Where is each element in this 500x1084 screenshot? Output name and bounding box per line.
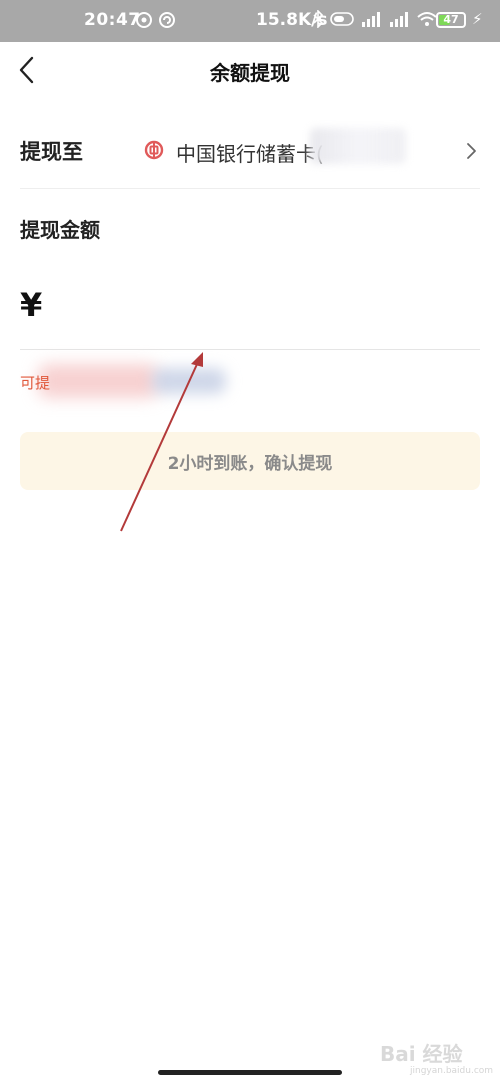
withdraw-all-link[interactable] <box>152 368 226 394</box>
status-bar: 20:47 15.8K/s 47 ⚡ <box>0 0 500 42</box>
amount-label: 提现金额 <box>20 218 100 242</box>
withdraw-to-label: 提现至 <box>20 140 83 164</box>
currency-symbol: ¥ <box>20 286 43 324</box>
toggle-icon <box>330 12 354 26</box>
watermark-url: jingyan.baidu.com <box>410 1066 494 1076</box>
amount-input[interactable] <box>58 282 482 330</box>
page-title: 余额提现 <box>210 61 290 85</box>
battery-icon: 47 <box>436 12 466 28</box>
wifi-icon <box>417 12 437 26</box>
redacted-available-balance <box>38 364 158 398</box>
signal-icon-2 <box>390 12 408 27</box>
header: 余额提现 <box>0 42 500 102</box>
signal-icon <box>362 12 380 27</box>
status-time: 20:47 <box>84 10 141 30</box>
app-notification-icon <box>159 12 175 28</box>
charging-icon: ⚡ <box>472 10 483 28</box>
notification-icon <box>136 12 152 28</box>
watermark-logo: Bai 经验 <box>380 1042 463 1066</box>
status-icons <box>312 10 438 28</box>
available-balance-label: 可提 <box>20 374 51 392</box>
withdraw-account-row[interactable]: 提现至 中国银行储蓄卡( <box>20 102 480 189</box>
bank-name: 中国银行储蓄卡( <box>176 142 324 166</box>
bluetooth-icon <box>313 10 324 28</box>
redacted-card-number <box>310 128 406 164</box>
confirm-withdraw-button[interactable]: 2小时到账，确认提现 <box>20 432 480 490</box>
bank-of-china-icon <box>144 140 164 160</box>
amount-divider <box>20 349 480 350</box>
home-indicator[interactable] <box>158 1070 342 1075</box>
battery-level: 47 <box>443 13 459 26</box>
chevron-right-icon <box>467 143 476 159</box>
